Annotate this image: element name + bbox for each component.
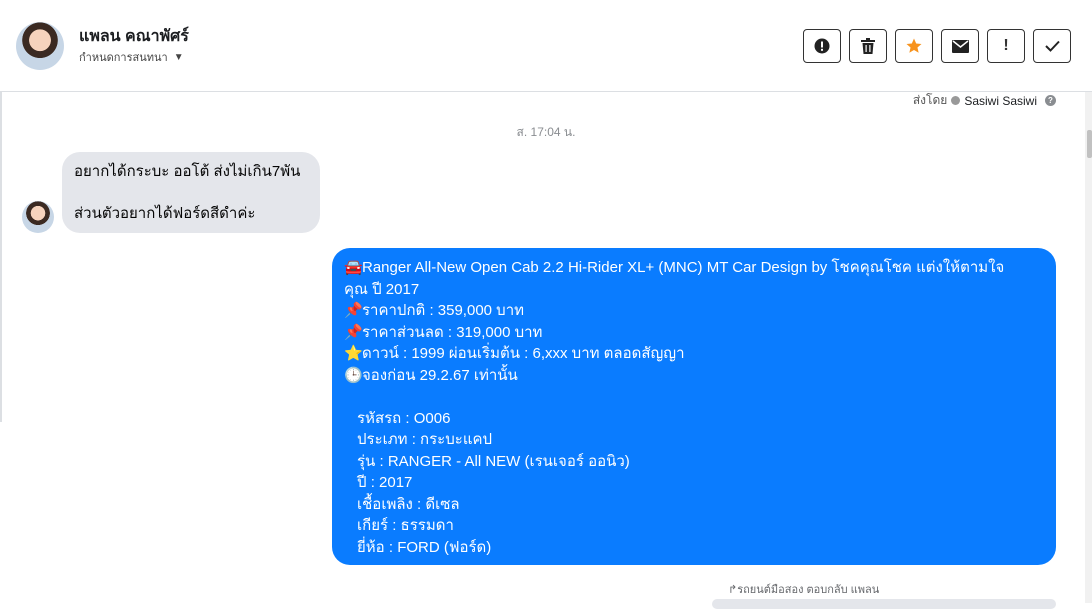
car-year: ปี : 2017 <box>357 474 413 491</box>
scrollbar-track[interactable] <box>1085 92 1092 603</box>
next-message-bubble[interactable] <box>712 599 1056 609</box>
discount-line: ราคาส่วนลด : 319,000 บาท <box>362 323 543 341</box>
sent-by-prefix: ส่งโดย <box>912 93 948 107</box>
report-button[interactable] <box>803 29 841 63</box>
outgoing-message[interactable]: 🚘Ranger All-New Open Cab 2.2 Hi-Rider XL… <box>332 248 1056 565</box>
alert-circle-icon <box>814 38 830 54</box>
reply-note: ↱รถยนต์มือสอง ตอบกลับ แพลน <box>728 584 880 596</box>
car-type: ประเภท : กระบะแคป <box>357 431 493 448</box>
car-fuel: เชื้อเพลิง : ดีเซล <box>357 495 460 513</box>
message-line: Ranger All-New Open Cab 2.2 Hi-Rider XL+… <box>362 259 1005 276</box>
booking-line: จองก่อน 29.2.67 เท่านั้น <box>362 366 518 384</box>
caret-down-icon: ▼ <box>173 51 184 63</box>
header-actions: ! <box>803 29 1071 63</box>
conversation-schedule-dropdown[interactable]: กำหนดการสนทนา ▼ <box>79 48 184 66</box>
car-brand: ยี่ห้อ : FORD (ฟอร์ด) <box>357 538 492 556</box>
message-line: ส่วนตัวอยากได้ฟอร์ดสีดำค่ะ <box>74 205 256 222</box>
delete-button[interactable] <box>849 29 887 63</box>
mark-done-button[interactable] <box>1033 29 1071 63</box>
conversation-header: แพลน คณาพัศร์ กำหนดการสนทนา ▼ ! <box>0 0 1092 92</box>
trash-icon <box>861 38 875 54</box>
car-code: รหัสรถ : O006 <box>357 409 451 427</box>
price-line: ราคาปกติ : 359,000 บาท <box>362 302 525 319</box>
star-button[interactable] <box>895 29 933 63</box>
contact-avatar[interactable] <box>16 22 64 70</box>
clock-icon: 🕒 <box>344 366 363 384</box>
pin-icon: 📌 <box>344 302 363 319</box>
message-timestamp: ส. 17:04 น. <box>516 125 576 139</box>
message-line: คุณ ปี 2017 <box>344 280 420 298</box>
help-icon[interactable]: ? <box>1045 95 1056 106</box>
car-gear: เกียร์ : ธรรมดา <box>357 517 454 534</box>
message-line: อยากได้กระบะ ออโต้ ส่งไม่เกิน7พัน <box>74 163 301 180</box>
sender-name: Sasiwi Sasiwi <box>964 93 1037 108</box>
contact-name[interactable]: แพลน คณาพัศร์ <box>79 24 189 49</box>
sent-by-info: ส่งโดย Sasiwi Sasiwi ? <box>913 91 1056 110</box>
exclamation-icon: ! <box>1003 37 1009 54</box>
car-icon: 🚘 <box>344 259 363 276</box>
mark-important-button[interactable]: ! <box>987 29 1025 63</box>
envelope-icon <box>951 39 969 53</box>
check-icon <box>1044 40 1060 52</box>
star-icon: ⭐ <box>344 345 363 362</box>
contact-avatar-small[interactable] <box>22 201 54 233</box>
down-payment-line: ดาวน์ : 1999 ผ่อนเริ่มต้น : 6,xxx บาท ตล… <box>362 345 685 362</box>
email-button[interactable] <box>941 29 979 63</box>
pin-icon: 📌 <box>344 323 363 341</box>
car-model: รุ่น : RANGER - All NEW (เรนเจอร์ ออนิว) <box>357 452 630 470</box>
star-icon <box>906 38 922 53</box>
user-icon <box>951 96 961 105</box>
incoming-message[interactable]: อยากได้กระบะ ออโต้ ส่งไม่เกิน7พัน ส่วนตั… <box>62 152 320 233</box>
conversation-schedule-label: กำหนดการสนทนา <box>79 52 168 64</box>
